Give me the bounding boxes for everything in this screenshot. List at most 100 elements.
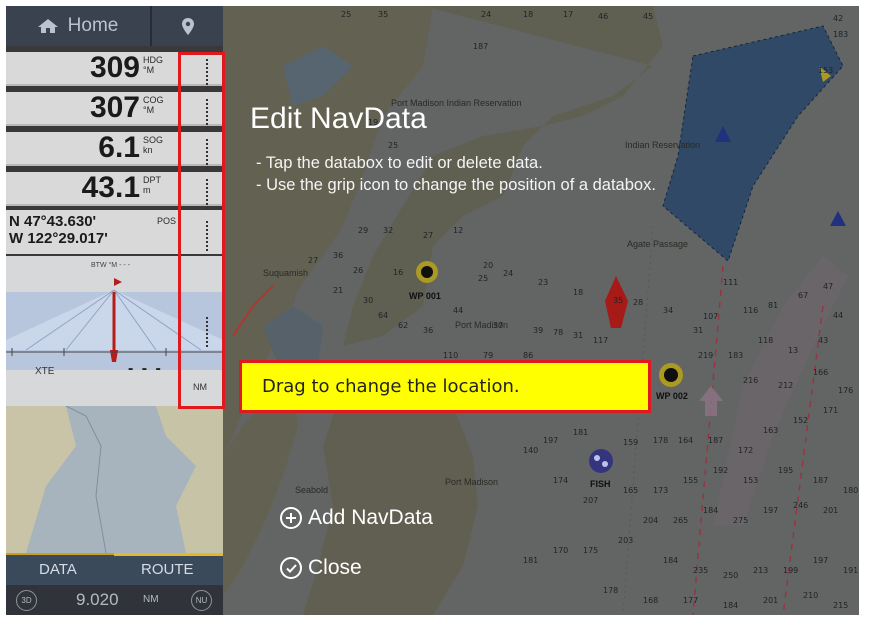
distance-unit: NM [143,594,159,605]
3d-toggle-button[interactable]: 3D [16,590,37,611]
depth-sounding: 159 [623,438,639,447]
north-up-button[interactable]: NU [191,590,212,611]
tab-route[interactable]: ROUTE [141,561,194,578]
depth-sounding: 173 [653,486,669,495]
check-circle-icon [280,557,302,579]
mini-chart [6,406,223,553]
depth-sounding: 165 [623,486,639,495]
depth-sounding: 140 [523,446,539,455]
close-button[interactable]: Close [280,556,362,580]
distance-value: 9.020 [76,590,119,609]
depth-sounding: 78 [553,328,564,337]
sog-label: SOG kn [143,135,164,155]
btw-label: BTW °M - - - [91,262,130,269]
depth-sounding: 265 [673,516,689,525]
depth-sounding: 42 [833,14,844,23]
depth-sounding: 64 [378,311,389,320]
depth-sounding: 175 [583,546,599,555]
depth-sounding: 86 [523,351,534,360]
pos-label: POS [157,216,177,226]
depth-sounding: 117 [593,336,609,345]
waypoint-label-wp002[interactable]: WP 002 [656,391,688,401]
overlay-title: Edit NavData [250,102,427,135]
depth-sounding: 18 [573,288,584,297]
depth-sounding: 203 [618,536,634,545]
sog-value: 6.1 [98,131,140,164]
depth-sounding: 155 [683,476,699,485]
depth-sounding: 35 [378,10,389,19]
status-bar: 3D 9.020 NM NU [6,585,223,615]
depth-sounding: 172 [738,446,754,455]
mini-chart-canvas [6,406,223,553]
home-icon [37,19,58,33]
depth-sounding: 32 [383,226,394,235]
depth-sounding: 45 [643,12,654,21]
depth-sounding: 35 [613,296,624,305]
depth-sounding: 81 [768,301,779,310]
depth-sounding: 197 [543,436,559,445]
depth-sounding: 153 [818,66,834,75]
depth-sounding: 184 [663,556,679,565]
depth-sounding: 12 [453,226,464,235]
dpt-label: DPT m [143,175,161,195]
add-navdata-label: Add NavData [308,506,433,529]
depth-sounding: 178 [653,436,669,445]
home-label: Home [67,15,119,36]
depth-sounding: 181 [523,556,539,565]
depth-sounding: 31 [573,331,584,340]
depth-sounding: 235 [693,566,709,575]
depth-sounding: 18 [523,10,534,19]
depth-sounding: 213 [753,566,769,575]
depth-sounding: 163 [763,426,779,435]
depth-sounding: 79 [483,351,494,360]
depth-sounding: 183 [833,30,849,39]
depth-sounding: 16 [393,268,404,277]
xte-label: XTE [35,366,55,377]
tab-bar: DATA ROUTE [6,553,223,585]
depth-sounding: 26 [353,266,364,275]
tab-data[interactable]: DATA [39,561,77,578]
depth-sounding: 275 [733,516,749,525]
depth-sounding: 177 [683,596,699,605]
depth-sounding: 174 [553,476,569,485]
depth-sounding: 216 [743,376,759,385]
location-pin-icon [181,17,194,35]
home-button[interactable]: Home [6,6,152,46]
depth-sounding: 43 [818,336,829,345]
depth-sounding: 171 [823,406,839,415]
depth-sounding: 178 [603,586,619,595]
depth-sounding: 46 [598,12,609,21]
depth-sounding: 30 [363,296,374,305]
depth-sounding: 118 [758,336,774,345]
depth-sounding: 184 [723,601,739,610]
depth-sounding: 204 [643,516,659,525]
depth-sounding: 201 [823,506,839,515]
depth-sounding: 20 [483,261,494,270]
depth-sounding: 164 [678,436,694,445]
marker-label-fish[interactable]: FISH [590,479,611,489]
depth-sounding: 23 [538,278,549,287]
depth-sounding: 168 [643,596,659,605]
depth-sounding: 219 [698,351,714,360]
drag-callout-text: Drag to change the location. [262,376,520,397]
depth-sounding: 36 [423,326,434,335]
hdg-value: 309 [89,51,140,84]
depth-sounding: 31 [693,326,704,335]
depth-sounding: 152 [793,416,809,425]
xte-value: - - - [128,360,163,377]
depth-sounding: 39 [533,326,544,335]
add-navdata-button[interactable]: Add NavData [280,506,433,530]
depth-sounding: 250 [723,571,739,580]
depth-sounding: 21 [333,286,344,295]
cog-value: 307 [89,91,140,124]
depth-sounding: 176 [838,386,854,395]
grip-highlight-frame [178,52,225,409]
hdg-label: HDG °M [143,55,163,75]
depth-sounding: 181 [573,428,589,437]
depth-sounding: 210 [803,591,819,600]
depth-sounding: 197 [763,506,779,515]
waypoint-label-wp001[interactable]: WP 001 [409,291,441,301]
tab-route-indicator [114,553,223,556]
location-pin-button[interactable] [152,6,223,46]
depth-sounding: 195 [778,466,794,475]
